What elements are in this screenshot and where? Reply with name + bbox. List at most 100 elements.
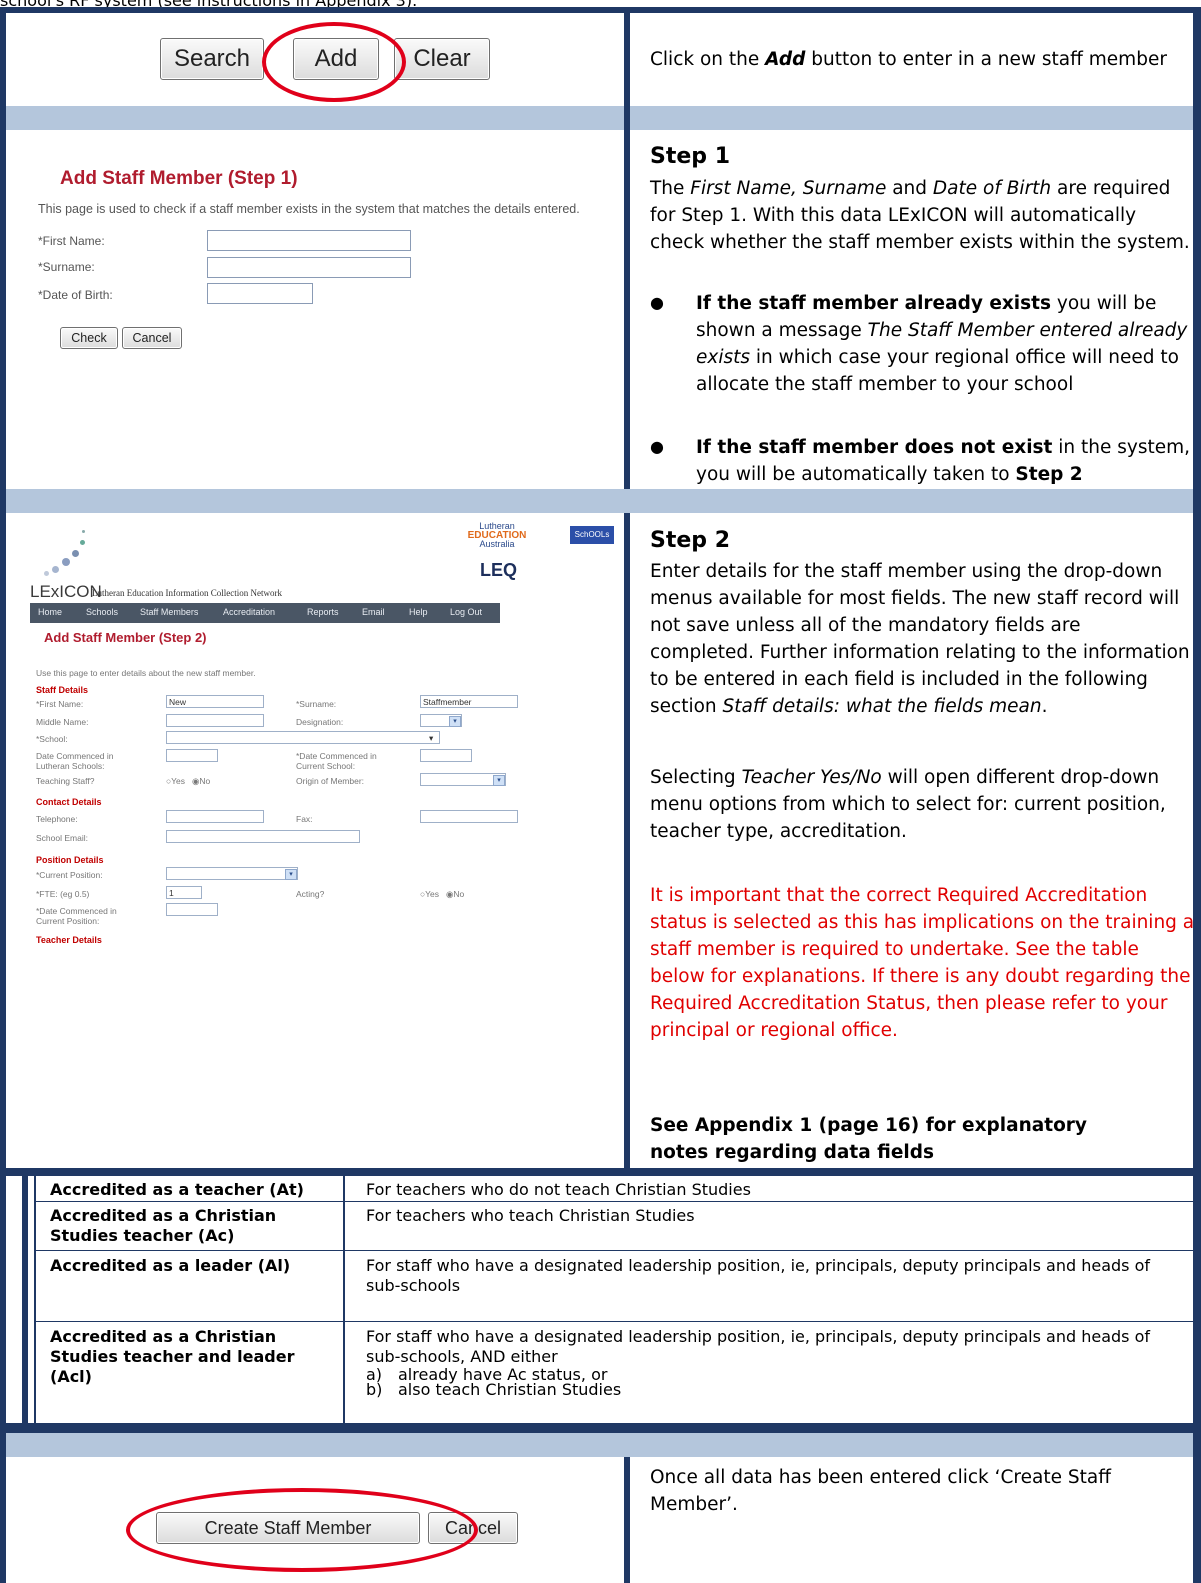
- fte-field[interactable]: 1: [166, 886, 202, 899]
- step2-paragraph-2: Selecting Teacher Yes/No will open diffe…: [650, 767, 1166, 842]
- first-name-field[interactable]: New: [166, 695, 264, 708]
- chevron-down-icon: ▾: [429, 733, 434, 743]
- current-position-select[interactable]: ▾: [166, 867, 298, 880]
- telephone-label: Telephone:: [36, 814, 78, 824]
- step1-intro: This page is used to check if a staff me…: [38, 202, 580, 216]
- final-instruction: Once all data has been entered click ‘Cr…: [650, 1467, 1111, 1515]
- table-left-rule: [34, 1176, 36, 1432]
- surname-label: *Surname:: [38, 260, 95, 274]
- leq-logo: LEQ: [480, 560, 518, 580]
- teaching-no-radio[interactable]: ◉No: [192, 776, 210, 787]
- step1-heading: Step 1: [650, 144, 730, 169]
- chevron-down-icon: ▾: [493, 775, 505, 786]
- table-top-border: [6, 1168, 1193, 1176]
- table-cell-description: For teachers who do not teach Christian …: [366, 1180, 751, 1199]
- table-row-divider: [36, 1250, 1193, 1251]
- nav-staff-members[interactable]: Staff Members: [140, 607, 198, 617]
- school-email-field[interactable]: [166, 830, 360, 843]
- table-left-inner-border: [22, 1168, 28, 1432]
- dob-input[interactable]: [207, 283, 313, 304]
- lutheran-education-logo: Lutheran EDUCATION Australia: [467, 521, 527, 549]
- acting-no-radio[interactable]: ◉No: [446, 889, 464, 900]
- teacher-details-heading: Teacher Details: [36, 935, 102, 945]
- fax-field[interactable]: [420, 810, 518, 823]
- step1-bullet-exists: If the staff member already exists you w…: [696, 293, 1188, 395]
- date-current-position-field[interactable]: [166, 903, 218, 916]
- middle-name-field[interactable]: [166, 714, 264, 727]
- nav-help[interactable]: Help: [409, 607, 428, 617]
- teaching-yes-radio[interactable]: ○Yes: [166, 776, 185, 786]
- table-cell-status: Accredited as a leader (Al): [50, 1256, 291, 1275]
- date-current-school-label: *Date Commenced in Current School:: [296, 751, 377, 771]
- step2-screenshot: LExICON Lutheran Education Information C…: [30, 520, 620, 800]
- step1-screenshot: Add Staff Member (Step 1) This page is u…: [30, 160, 620, 460]
- nav-schools[interactable]: Schools: [86, 607, 118, 617]
- teaching-staff-label: Teaching Staff?: [36, 776, 95, 786]
- list-item: b) also teach Christian Studies: [366, 1380, 622, 1399]
- acting-yes-radio[interactable]: ○Yes: [420, 889, 439, 899]
- position-details-heading: Position Details: [36, 855, 104, 865]
- highlight-ellipse-add: [262, 22, 406, 102]
- step2-screenshot-lower: Contact Details Telephone: Fax: School E…: [30, 797, 620, 1000]
- date-current-school-field[interactable]: [420, 749, 472, 762]
- school-label: *School:: [36, 734, 68, 744]
- frame-left-border: [0, 7, 6, 1583]
- bullet-icon: ●: [650, 437, 664, 456]
- fte-label: *FTE: (eg 0.5): [36, 889, 90, 899]
- step2-warning: It is important that the correct Require…: [650, 885, 1195, 1041]
- frame-top-border: [0, 7, 1201, 13]
- fax-label: Fax:: [296, 814, 313, 824]
- step2-heading: Step 2: [650, 528, 730, 553]
- step1-paragraph: The First Name, Surname and Date of Birt…: [650, 178, 1190, 253]
- school-email-label: School Email:: [36, 833, 88, 843]
- highlight-ellipse-create: [126, 1488, 478, 1572]
- table-col-divider: [343, 1176, 345, 1424]
- origin-label: Origin of Member:: [296, 776, 365, 786]
- first-name-label: *First Name:: [38, 234, 105, 248]
- chevron-down-icon: ▾: [449, 716, 461, 727]
- nav-accreditation[interactable]: Accreditation: [223, 607, 275, 617]
- nav-home[interactable]: Home: [38, 607, 62, 617]
- date-lutheran-field[interactable]: [166, 749, 218, 762]
- step1-bullet-not-exists: If the staff member does not exist in th…: [696, 437, 1191, 485]
- designation-select[interactable]: ▾: [420, 714, 462, 727]
- search-button[interactable]: Search: [160, 38, 264, 80]
- contact-details-heading: Contact Details: [36, 797, 102, 807]
- lexicon-dots-logo: [42, 528, 102, 578]
- acting-label: Acting?: [296, 889, 325, 899]
- nav-reports[interactable]: Reports: [307, 607, 339, 617]
- table-cell-description: For staff who have a designated leadersh…: [366, 1327, 1188, 1399]
- chevron-down-icon: ▾: [285, 869, 297, 880]
- nav-email[interactable]: Email: [362, 607, 385, 617]
- dob-label: *Date of Birth:: [38, 288, 113, 302]
- cancel-button[interactable]: Cancel: [122, 327, 182, 349]
- date-lutheran-label: Date Commenced in Lutheran Schools:: [36, 751, 114, 771]
- telephone-field[interactable]: [166, 810, 264, 823]
- check-button[interactable]: Check: [60, 327, 118, 349]
- step2-appendix-note: See Appendix 1 (page 16) for explanatory…: [650, 1115, 1087, 1163]
- surname-input[interactable]: [207, 257, 411, 278]
- nav-logout[interactable]: Log Out: [450, 607, 482, 617]
- add-instruction: Click on the Add button to enter in a ne…: [650, 49, 1167, 70]
- designation-label: Designation:: [296, 717, 344, 727]
- step2-title: Add Staff Member (Step 2): [44, 630, 207, 645]
- bullet-icon: ●: [650, 293, 664, 312]
- table-cell-description: For teachers who teach Christian Studies: [366, 1206, 695, 1225]
- separator-band-3: [6, 1433, 1193, 1457]
- table-cell-status: Accredited as a Christian Studies teache…: [50, 1327, 295, 1386]
- step1-title: Add Staff Member (Step 1): [60, 168, 298, 189]
- first-name-input[interactable]: [207, 230, 411, 251]
- staff-details-heading: Staff Details: [36, 685, 89, 695]
- surname-field[interactable]: Staffmember: [420, 695, 518, 708]
- table-row-divider: [36, 1321, 1193, 1322]
- table-bottom-border: [6, 1423, 1193, 1433]
- clear-button[interactable]: Clear: [394, 38, 490, 80]
- table-cell-status: Accredited as a teacher (At): [50, 1180, 304, 1199]
- first-name-label: *First Name:: [36, 699, 84, 709]
- school-select[interactable]: ▾: [166, 731, 440, 744]
- origin-select[interactable]: ▾: [420, 773, 506, 786]
- middle-name-label: Middle Name:: [36, 717, 89, 727]
- schools-logo: SchOOLs: [570, 526, 614, 544]
- lexicon-subtitle: Lutheran Education Information Collectio…: [92, 588, 282, 598]
- separator-band-1: [6, 106, 1193, 130]
